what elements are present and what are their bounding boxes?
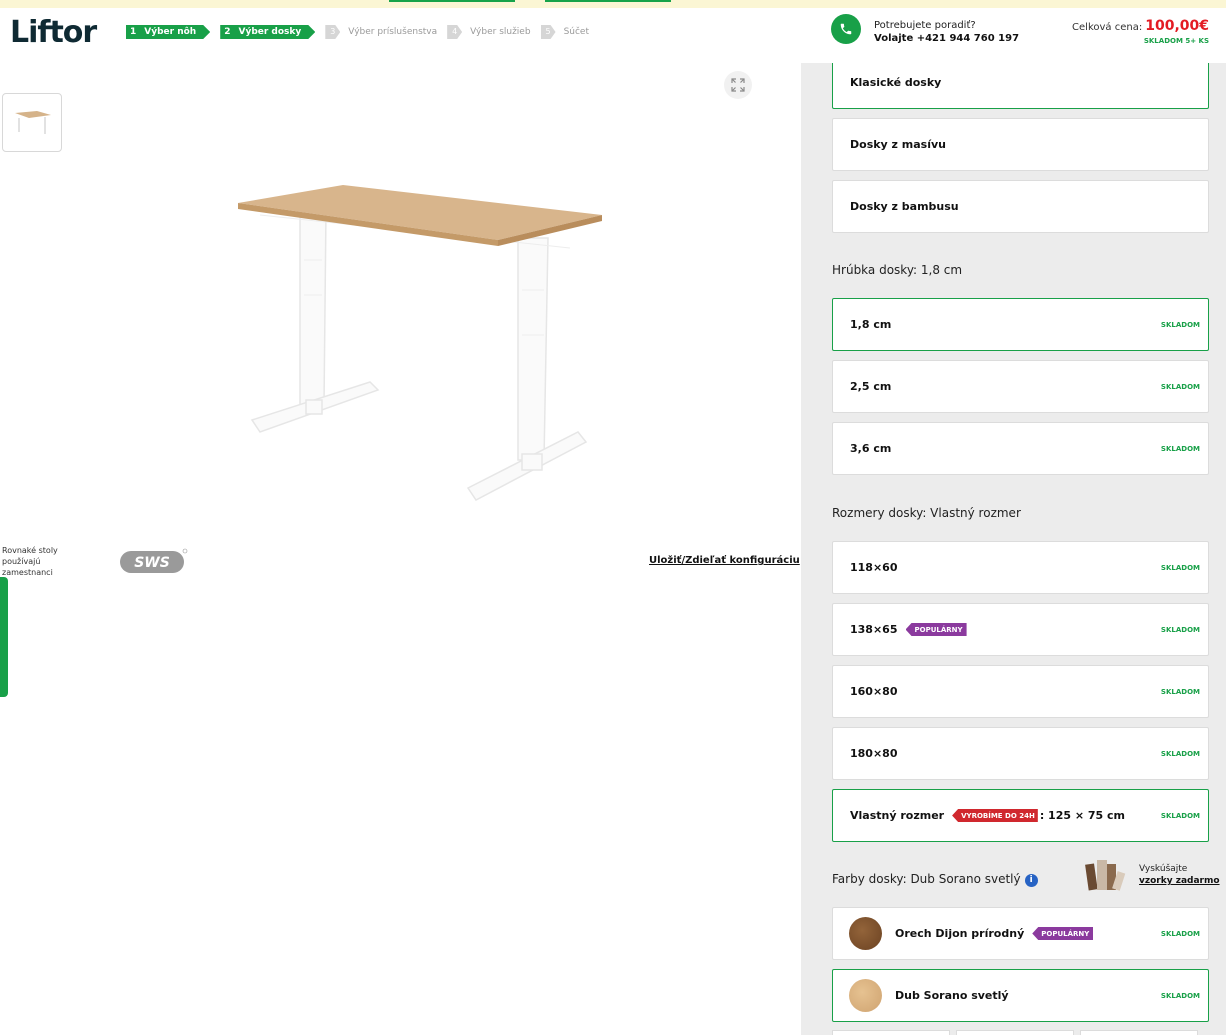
board-type-solid-wood[interactable]: Dosky z masívu [832,118,1209,171]
thickness-title: Hrúbka dosky: 1,8 cm [832,263,963,277]
help-contact: Potrebujete poradiť? Volajte +421 944 76… [874,20,1020,45]
step-accessories[interactable]: 3 Výber príslušenstva [325,25,437,39]
step-services[interactable]: 4 Výber služieb [447,25,531,39]
phone-icon[interactable] [831,14,861,44]
header: Liftor 1 Výber nôh 2 Výber dosky 3 Výber pr… [0,8,1226,63]
free-samples-link[interactable]: vzorky zadarmo [1139,876,1220,886]
price-value: 100,00€ [1145,18,1209,34]
configuration-panel: Klasické dosky Dosky z masívu Dosky z ba… [801,63,1226,1035]
brand-note: Rovnaké stoly používajú zamestnanci [2,546,58,577]
product-thumbnail[interactable] [2,93,62,152]
save-share-link[interactable]: Uložiť/Zdieľať konfiguráciu [649,555,800,566]
sws-logo: SWS [118,548,188,578]
size-option-118x60[interactable]: 118×60 SKLADOM [832,541,1209,594]
svg-text:SWS: SWS [134,555,170,571]
size-option-160x80[interactable]: 160×80 SKLADOM [832,665,1209,718]
thickness-option-25[interactable]: 2,5 cm SKLADOM [832,360,1209,413]
free-samples: Vyskúšajte vzorky zadarmo [1081,858,1220,892]
phone-number[interactable]: Volajte +421 944 760 197 [874,32,1019,45]
popular-badge: POPULÁRNY [905,623,967,636]
progress-steps: 1 Výber nôh 2 Výber dosky 3 Výber príslušen… [126,25,599,39]
popular-badge: POPULÁRNY [1032,927,1094,940]
size-option-180x80[interactable]: 180×80 SKLADOM [832,727,1209,780]
desk-preview-image [230,170,610,510]
board-type-classic[interactable]: Klasické dosky [832,63,1209,109]
step-board[interactable]: 2 Výber dosky [220,25,315,39]
side-feedback-tab[interactable] [0,577,8,697]
thickness-option-18[interactable]: 1,8 cm SKLADOM [832,298,1209,351]
board-type-bamboo[interactable]: Dosky z bambusu [832,180,1209,233]
color-swatch [849,917,882,950]
custom-size-value: : 125 × 75 cm [1039,809,1126,822]
top-promo-band [0,0,1226,8]
more-options-row [832,1030,1198,1035]
info-icon[interactable]: i [1024,873,1038,887]
color-swatch [849,979,882,1012]
expand-icon[interactable] [724,71,752,99]
logo[interactable]: Liftor [10,15,97,50]
step-summary[interactable]: 5 Súčet [540,25,589,39]
express-badge: VYROBÍME DO 24H [952,809,1038,822]
size-title: Rozmery dosky: Vlastný rozmer [832,506,1021,520]
wood-samples-icon [1085,860,1126,891]
color-option-orech-dijon[interactable]: Orech Dijon prírodný POPULÁRNY SKLADOM [832,907,1209,960]
total-price: Celková cena: 100,00€ SKLADOM 5+ KS [1072,18,1209,45]
thickness-option-36[interactable]: 3,6 cm SKLADOM [832,422,1209,475]
step-legs[interactable]: 1 Výber nôh [126,25,210,39]
size-option-custom[interactable]: Vlastný rozmer VYROBÍME DO 24H: 125 × 75 … [832,789,1209,842]
stock-status: SKLADOM 5+ KS [1143,37,1209,45]
color-title: Farby dosky: Dub Sorano svetlý i [832,872,1038,887]
size-option-138x65[interactable]: 138×65 POPULÁRNY SKLADOM [832,603,1209,656]
color-option-dub-sorano[interactable]: Dub Sorano svetlý SKLADOM [832,969,1209,1022]
